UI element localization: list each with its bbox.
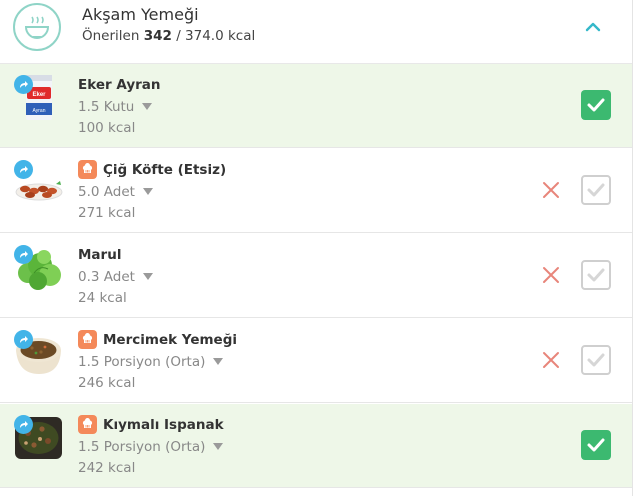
caret-down-icon [213,442,224,450]
quantity-value: 5.0 Adet [78,184,135,200]
food-name: Marul [78,247,122,263]
meal-title: Akşam Yemeği [82,5,199,24]
share-arrow-icon[interactable] [14,75,33,94]
food-kcal: 100 kcal [78,120,136,136]
share-arrow-icon[interactable] [14,330,33,349]
food-checkbox[interactable] [581,430,611,460]
food-row-marul[interactable]: Marul 0.3 Adet 24 kcal [0,234,632,318]
caret-down-icon [213,357,224,365]
food-kcal: 271 kcal [78,205,136,221]
close-icon[interactable] [540,264,562,286]
quantity-select[interactable]: 1.5 Porsiyon (Orta) [78,354,224,370]
chef-hat-icon [78,160,97,179]
svg-text:Eker: Eker [32,92,46,98]
meal-calorie-summary: Önerilen 342 / 374.0 kcal [82,28,255,44]
food-name: Çiğ Köfte (Etsiz) [103,162,227,178]
food-checkbox[interactable] [581,175,611,205]
svg-text:Ayran: Ayran [33,108,46,114]
quantity-select[interactable]: 1.5 Kutu [78,99,153,115]
food-checkbox[interactable] [581,260,611,290]
food-name: Eker Ayran [78,77,161,93]
food-kcal: 242 kcal [78,460,136,476]
food-name: Mercimek Yemeği [103,332,237,348]
food-row-mercimek-yemegi[interactable]: Mercimek Yemeği 1.5 Porsiyon (Orta) 246 … [0,319,632,403]
chef-hat-icon [78,330,97,349]
food-row-cig-kofte[interactable]: Çiğ Köfte (Etsiz) 5.0 Adet 271 kcal [0,149,632,233]
chef-hat-icon [78,415,97,434]
quantity-select[interactable]: 1.5 Porsiyon (Orta) [78,439,224,455]
quantity-value: 1.5 Porsiyon (Orta) [78,354,206,370]
meal-header[interactable]: Akşam Yemeği Önerilen 342 / 374.0 kcal [0,0,632,64]
caret-down-icon [142,187,153,195]
food-row-kiymali-ispanak[interactable]: Kıymalı Ispanak 1.5 Porsiyon (Orta) 242 … [0,404,632,488]
share-arrow-icon[interactable] [14,160,33,179]
close-icon[interactable] [540,179,562,201]
quantity-select[interactable]: 0.3 Adet [78,269,153,285]
food-checkbox[interactable] [581,90,611,120]
food-kcal: 24 kcal [78,290,127,306]
caret-down-icon [142,272,153,280]
share-arrow-icon[interactable] [14,415,33,434]
recommended-label: Önerilen [82,28,140,44]
meal-panel: Akşam Yemeği Önerilen 342 / 374.0 kcal E… [0,0,633,496]
quantity-value: 1.5 Kutu [78,99,135,115]
food-checkbox[interactable] [581,345,611,375]
bowl-icon [13,3,61,51]
food-name: Kıymalı Ispanak [103,417,224,433]
close-icon[interactable] [540,349,562,371]
food-row-eker-ayran[interactable]: Eker Ayran Eker Ayran 1.5 Kutu 100 kcal [0,64,632,148]
food-kcal: 246 kcal [78,375,136,391]
quantity-select[interactable]: 5.0 Adet [78,184,153,200]
quantity-value: 1.5 Porsiyon (Orta) [78,439,206,455]
chevron-up-icon[interactable] [580,16,606,38]
caret-down-icon [142,102,153,110]
share-arrow-icon[interactable] [14,245,33,264]
total-kcal: / 374.0 kcal [176,28,256,44]
quantity-value: 0.3 Adet [78,269,135,285]
recommended-value: 342 [143,28,172,44]
